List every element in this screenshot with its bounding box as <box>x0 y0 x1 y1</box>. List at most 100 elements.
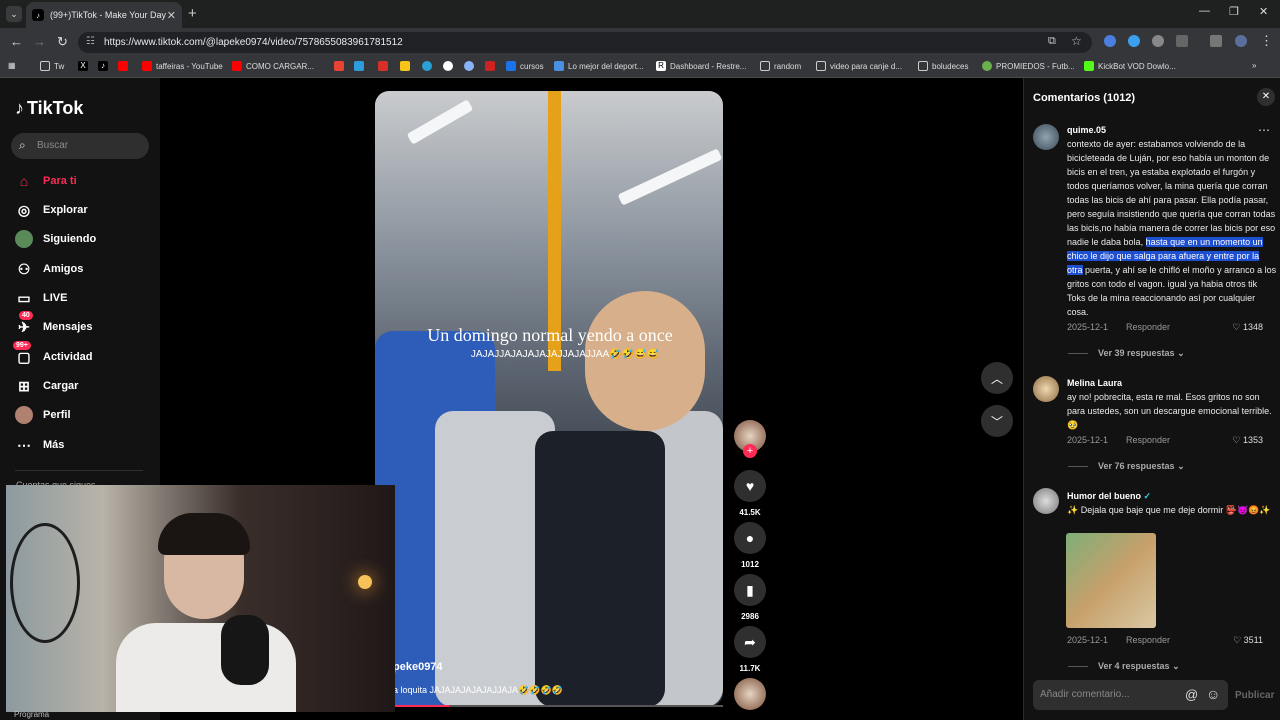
bookmark-gmail-icon[interactable] <box>334 61 348 71</box>
address-bar[interactable]: ☷ https://www.tiktok.com/@lapeke0974/vid… <box>78 32 1092 53</box>
save-action[interactable]: ▮ 2986 <box>734 574 766 621</box>
heart-icon[interactable]: ♥ <box>734 470 766 502</box>
bookmark-tiktok-icon[interactable]: ♪ <box>98 61 112 71</box>
mention-icon[interactable]: @ <box>1185 687 1198 702</box>
bookmark-icon[interactable] <box>464 61 478 71</box>
bookmark-item[interactable]: Tw <box>40 61 64 71</box>
extension-translate-icon[interactable] <box>1104 35 1116 47</box>
video-progress-bar[interactable] <box>393 705 723 707</box>
comment-like-count[interactable]: ♡ 1348 <box>1232 322 1263 333</box>
bookmark-icon[interactable] <box>443 61 457 71</box>
bookmark-item[interactable]: R Dashboard - Restre... <box>656 61 746 71</box>
sound-disc-avatar[interactable] <box>734 678 766 710</box>
sidebar-item-perfil[interactable]: Perfil <box>15 406 71 424</box>
apps-grid-icon[interactable]: ▦ <box>8 61 16 70</box>
emoji-icon[interactable]: ☺ <box>1206 686 1220 702</box>
bookmark-icon[interactable] <box>422 61 436 71</box>
reply-button[interactable]: Responder <box>1126 435 1170 445</box>
sidebar-item-live[interactable]: ▭ LIVE <box>15 289 67 307</box>
comment-like-count[interactable]: ♡ 3511 <box>1233 635 1263 646</box>
video-author[interactable]: peke0974 <box>393 661 443 673</box>
reply-button[interactable]: Responder <box>1126 635 1170 645</box>
extensions-puzzle-icon[interactable] <box>1176 35 1188 47</box>
forward-icon[interactable]: → <box>33 34 46 49</box>
new-tab-icon[interactable]: + <box>188 5 197 22</box>
sidebar-item-explorar[interactable]: ◎ Explorar <box>15 201 88 219</box>
lamp-light <box>358 575 372 589</box>
bookmark-icon[interactable] <box>354 61 368 71</box>
bookmark-item[interactable]: COMO CARGAR... <box>232 61 314 71</box>
site-info-icon[interactable]: ☷ <box>86 36 95 47</box>
comment-input[interactable]: Añadir comentario... @ ☺ <box>1033 680 1228 710</box>
browser-menu-icon[interactable]: ⋮ <box>1260 33 1273 49</box>
comment-username[interactable]: Humor del bueno ✓ <box>1067 491 1151 502</box>
comment-image-attachment[interactable] <box>1066 533 1156 628</box>
bookmark-folder[interactable]: boludeces <box>918 61 968 71</box>
sidebar-item-actividad[interactable]: ▢ 99+ Actividad <box>13 341 93 366</box>
sidebar-item-mensajes[interactable]: ✈ 40 Mensajes <box>15 311 93 336</box>
comment-action[interactable]: ● 1012 <box>734 522 766 569</box>
comment-like-count[interactable]: ♡ 1353 <box>1232 435 1263 446</box>
bookmark-item[interactable]: KickBot VOD Dowlo... <box>1084 61 1176 71</box>
commenter-avatar[interactable] <box>1033 488 1059 514</box>
back-icon[interactable]: ← <box>10 34 23 49</box>
reload-icon[interactable]: ↻ <box>57 34 68 50</box>
verified-badge-icon: ✓ <box>1143 491 1152 501</box>
close-comments-icon[interactable]: ✕ <box>1257 88 1275 106</box>
publish-button[interactable]: Publicar <box>1235 690 1274 701</box>
bookmark-youtube-icon[interactable] <box>118 61 132 71</box>
sidebar-item-siguiendo[interactable]: Siguiendo <box>15 230 96 248</box>
browser-tab[interactable]: ♪ (99+)TikTok - Make Your Day ✕ <box>26 2 182 28</box>
comment-date: 2025-12-1 <box>1067 322 1109 332</box>
bookmark-item[interactable]: PROMIEDOS - Futb... <box>982 61 1075 71</box>
close-window-icon[interactable]: ✕ <box>1259 5 1268 18</box>
passenger-head <box>585 291 705 431</box>
sidebar-item-mas[interactable]: ⋯ Más <box>15 436 64 454</box>
bookmark-item[interactable]: taffeiras - YouTube <box>142 61 223 71</box>
minimize-icon[interactable]: — <box>1199 5 1210 17</box>
bookmark-folder[interactable]: video para canje d... <box>816 61 902 71</box>
view-replies-button[interactable]: Ver 39 respuestas ⌄ <box>1068 348 1185 359</box>
restore-icon[interactable]: ❐ <box>1229 5 1239 18</box>
search-input[interactable]: ⌕ Buscar <box>11 133 149 159</box>
commenter-avatar[interactable] <box>1033 124 1059 150</box>
tab-list-chevron-icon[interactable]: ⌄ <box>6 6 22 22</box>
bookmark-item[interactable]: cursos <box>506 61 544 71</box>
tiktok-logo[interactable]: ♪ TikTok <box>15 98 83 119</box>
bookmark-item[interactable]: Lo mejor del deport... <box>554 61 644 71</box>
previous-video-chevron-up-icon[interactable]: ︿ <box>981 362 1013 394</box>
comment-bubble-icon[interactable]: ● <box>734 522 766 554</box>
bookmark-icon[interactable]: ▮ <box>734 574 766 606</box>
sidebar-item-cargar[interactable]: ⊞ Cargar <box>15 377 78 395</box>
bookmarks-overflow-icon[interactable]: » <box>1252 61 1256 70</box>
tab-title: (99+)TikTok - Make Your Day <box>50 10 166 20</box>
comment-username[interactable]: Melina Laura <box>1067 378 1122 388</box>
tiktok-favicon-icon: ♪ <box>32 9 44 21</box>
comment-username[interactable]: quime.05 <box>1067 125 1106 135</box>
like-action[interactable]: ♥ 41.5K <box>734 470 766 517</box>
extension-icon[interactable] <box>1152 35 1164 47</box>
install-icon[interactable]: ⧉ <box>1048 35 1056 48</box>
tab-close-icon[interactable]: ✕ <box>167 9 176 22</box>
comment-more-icon[interactable]: ⋯ <box>1258 123 1270 137</box>
view-replies-button[interactable]: Ver 76 respuestas ⌄ <box>1068 461 1185 472</box>
sidebar-item-amigos[interactable]: ⚇ Amigos <box>15 260 84 278</box>
share-action[interactable]: ➦ 11.7K <box>734 626 766 673</box>
follow-plus-icon[interactable]: + <box>743 444 757 458</box>
bookmark-folder[interactable]: random <box>760 61 801 71</box>
bookmark-icon[interactable] <box>378 61 392 71</box>
reply-button[interactable]: Responder <box>1126 322 1170 332</box>
media-control-icon[interactable] <box>1210 35 1222 47</box>
bookmark-x-icon[interactable]: X <box>78 61 92 71</box>
video-player[interactable]: Un domingo normal yendo a once JAJAJJAJA… <box>375 91 723 707</box>
bookmark-icon[interactable] <box>485 61 499 71</box>
profile-avatar[interactable] <box>1235 35 1247 47</box>
next-video-chevron-down-icon[interactable]: ﹀ <box>981 405 1013 437</box>
view-replies-button[interactable]: Ver 4 respuestas ⌄ <box>1068 661 1180 672</box>
share-arrow-icon[interactable]: ➦ <box>734 626 766 658</box>
bookmark-icon[interactable] <box>400 61 414 71</box>
bookmark-star-icon[interactable]: ☆ <box>1071 34 1082 48</box>
extension-icon[interactable] <box>1128 35 1140 47</box>
commenter-avatar[interactable] <box>1033 376 1059 402</box>
sidebar-item-para-ti[interactable]: ⌂ Para ti <box>15 172 77 190</box>
